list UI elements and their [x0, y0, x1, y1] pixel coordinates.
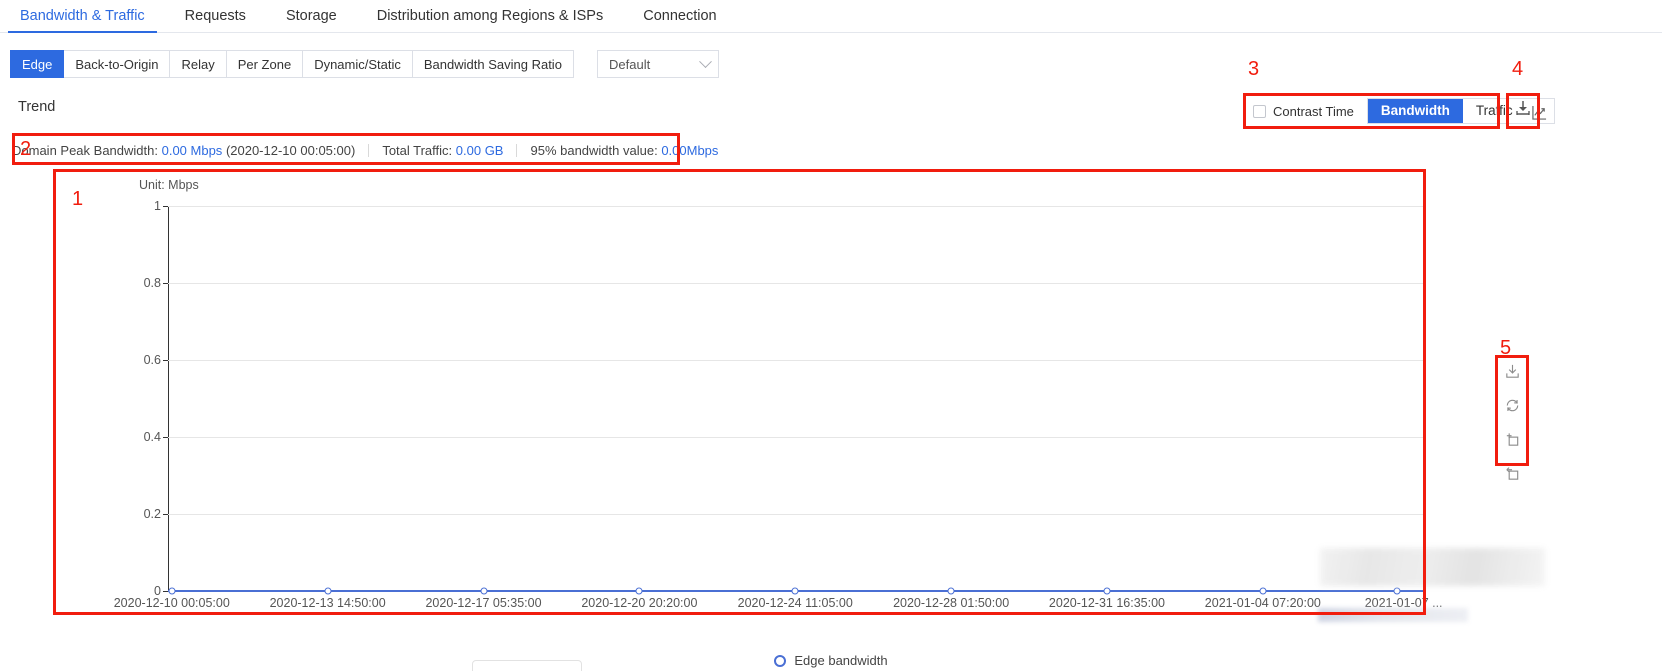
y-tick-label: 1 — [154, 199, 161, 213]
segment-back-to-origin[interactable]: Back-to-Origin — [64, 50, 171, 78]
chart-controls: Contrast Time Bandwidth Traffic — [1253, 98, 1555, 124]
data-point[interactable] — [635, 587, 643, 595]
chart-unit-label: Unit: Mbps — [139, 178, 199, 192]
data-point[interactable] — [168, 587, 176, 595]
tab-distribution-regions-isps[interactable]: Distribution among Regions & ISPs — [357, 0, 623, 32]
segment-label: Dynamic/Static — [314, 57, 401, 72]
x-tick-label: 2020-12-17 05:35:00 — [425, 596, 542, 610]
redacted-region — [1320, 548, 1545, 586]
data-point[interactable] — [1393, 587, 1401, 595]
x-tick-label: 2020-12-10 00:05:00 — [113, 596, 230, 610]
save-image-icon[interactable] — [1501, 360, 1523, 382]
chart-plot-area: 1 0.8 0.6 0.4 0.2 0 — [144, 199, 1425, 598]
contrast-time-checkbox[interactable]: Contrast Time — [1253, 104, 1354, 119]
bandwidth-trend-chart: Unit: Mbps 1 0.8 0.6 0.4 0.2 0 2020-12-1… — [55, 168, 1443, 616]
default-select[interactable]: Default — [597, 50, 719, 78]
checkbox-box[interactable] — [1253, 104, 1266, 118]
gridline: 0.6 — [144, 353, 1425, 367]
y-tick-mark — [163, 514, 168, 515]
y-axis — [168, 206, 169, 591]
y-tick-mark — [163, 437, 168, 438]
data-point[interactable] — [480, 587, 487, 595]
annotation-number-4: 4 — [1512, 58, 1524, 80]
metric-bandwidth-button[interactable]: Bandwidth — [1367, 99, 1463, 123]
x-axis-labels: 2020-12-10 00:05:00 2020-12-13 14:50:00 … — [114, 596, 1443, 614]
gridline: 0.2 — [144, 507, 1425, 521]
tab-label: Connection — [643, 8, 717, 24]
chevron-down-icon — [699, 54, 712, 68]
segment-label: Relay — [181, 57, 215, 72]
download-icon[interactable] — [1512, 96, 1534, 122]
peak-bandwidth-label: Domain Peak Bandwidth: — [12, 142, 158, 158]
y-tick-mark — [163, 283, 168, 284]
tab-requests[interactable]: Requests — [165, 0, 266, 32]
segment-dynamic-static[interactable]: Dynamic/Static — [303, 50, 413, 78]
x-tick-label: 2020-12-28 01:50:00 — [893, 596, 1010, 610]
data-point[interactable] — [1259, 587, 1267, 595]
primary-tabs: Bandwidth & Traffic Requests Storage Dis… — [0, 0, 1662, 33]
contrast-time-label: Contrast Time — [1273, 103, 1354, 119]
total-traffic-label: Total Traffic: — [382, 142, 453, 158]
gridline: 0.8 — [144, 276, 1425, 290]
divider — [516, 143, 518, 157]
tab-label: Storage — [285, 8, 337, 24]
select-value: Default — [609, 56, 651, 72]
data-zoom-icon[interactable] — [1501, 428, 1523, 450]
segment-per-zone[interactable]: Per Zone — [226, 50, 304, 78]
page-root: Bandwidth & Traffic Requests Storage Dis… — [0, 0, 1662, 671]
data-point[interactable] — [791, 587, 799, 595]
summary-bar: Domain Peak Bandwidth: 0.00 Mbps (2020-1… — [12, 139, 718, 161]
zoom-reset-icon[interactable] — [1501, 462, 1523, 484]
metric-label: Traffic — [1475, 103, 1513, 118]
legend-marker-icon — [774, 654, 787, 667]
segment-label: Edge — [22, 57, 53, 72]
segment-label: Per Zone — [237, 57, 292, 72]
legend-label[interactable]: Edge bandwidth — [794, 653, 887, 668]
divider — [368, 143, 370, 157]
y-tick-label: 0.2 — [143, 507, 161, 521]
tab-label: Requests — [184, 8, 246, 24]
gridline: 1 — [154, 199, 1425, 213]
x-tick-label: 2020-12-31 16:35:00 — [1048, 596, 1166, 610]
partial-panel-below-fold — [472, 660, 582, 671]
chart-toolbox — [1500, 360, 1524, 484]
x-tick-label: 2020-12-24 11:05:00 — [737, 596, 853, 610]
segment-label: Back-to-Origin — [75, 57, 159, 72]
segment-edge[interactable]: Edge — [10, 50, 65, 78]
data-point[interactable] — [1103, 587, 1111, 595]
section-title: Trend — [18, 99, 56, 115]
y-tick-label: 0.6 — [143, 353, 161, 367]
segment-bandwidth-saving-ratio[interactable]: Bandwidth Saving Ratio — [412, 50, 574, 78]
y-tick-mark — [163, 206, 168, 207]
p95-bandwidth-value: 0.00Mbps — [661, 142, 719, 158]
tab-storage[interactable]: Storage — [266, 0, 357, 32]
metric-label: Bandwidth — [1380, 103, 1450, 118]
y-tick-label: 0.4 — [143, 430, 161, 444]
filter-segment-group: Edge Back-to-Origin Relay Per Zone Dynam… — [10, 50, 574, 78]
y-tick-mark — [163, 360, 168, 361]
total-traffic-value: 0.00 GB — [455, 142, 504, 158]
restore-icon[interactable] — [1501, 394, 1523, 416]
redacted-region — [1318, 608, 1468, 622]
peak-bandwidth-time: (2020-12-10 00:05:00) — [225, 142, 356, 158]
tab-label: Bandwidth & Traffic — [20, 8, 145, 24]
data-point[interactable] — [947, 587, 955, 595]
tab-connection[interactable]: Connection — [623, 0, 736, 32]
chart-legend: Edge bandwidth — [0, 653, 1662, 668]
peak-bandwidth-value: 0.00 Mbps — [161, 142, 223, 158]
x-tick-label: 2020-12-13 14:50:00 — [269, 596, 386, 610]
p95-bandwidth-label: 95% bandwidth value: — [530, 142, 658, 158]
tab-bandwidth-traffic[interactable]: Bandwidth & Traffic — [0, 0, 165, 33]
data-point[interactable] — [324, 587, 332, 595]
x-tick-label: 2021-01-04 07:20:00 — [1204, 596, 1321, 610]
annotation-number-5: 5 — [1500, 337, 1512, 359]
tab-label: Distribution among Regions & ISPs — [376, 8, 604, 24]
gridline: 0.4 — [144, 430, 1425, 444]
segment-label: Bandwidth Saving Ratio — [423, 57, 562, 72]
segment-relay[interactable]: Relay — [170, 50, 227, 78]
x-tick-label: 2020-12-20 20:20:00 — [581, 596, 698, 610]
y-tick-label: 0.8 — [143, 276, 161, 290]
annotation-number-3: 3 — [1248, 58, 1260, 80]
